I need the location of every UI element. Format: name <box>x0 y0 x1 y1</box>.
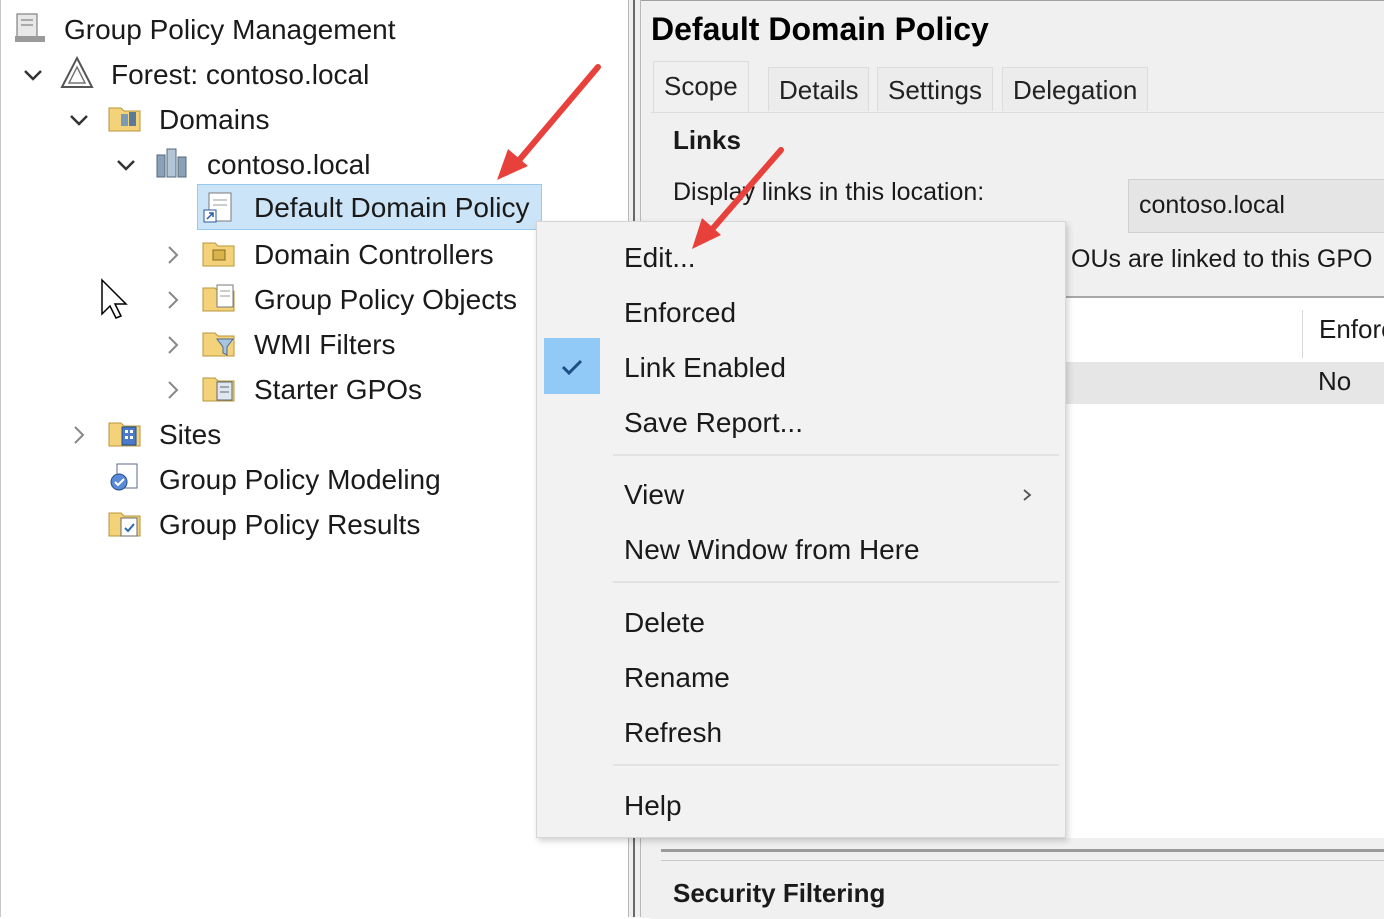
tree-item-group-policy-management[interactable]: Group Policy Management <box>1 10 421 50</box>
menu-item-edit[interactable]: Edit... <box>537 232 1065 284</box>
menu-item-enforced[interactable]: Enforced <box>537 287 1065 339</box>
menu-item-label: New Window from Here <box>624 534 920 565</box>
tree-item-default-domain-policy[interactable]: Default Domain Policy <box>197 188 542 228</box>
menu-item-label: Refresh <box>624 717 723 748</box>
submenu-chevron-icon <box>1023 489 1032 501</box>
menu-item-rename[interactable]: Rename <box>537 652 1065 704</box>
domains-folder-icon <box>108 107 141 132</box>
menu-item-refresh[interactable]: Refresh <box>537 707 1065 759</box>
column-header-enforced[interactable]: Enforced <box>1319 314 1384 345</box>
menu-item-label: Link Enabled <box>624 352 786 383</box>
menu-item-view[interactable]: View <box>537 469 1065 521</box>
chevron-right-icon[interactable] <box>161 333 185 357</box>
tree-label-domain-controllers: Domain Controllers <box>254 239 494 270</box>
tree-label-modeling: Group Policy Modeling <box>159 464 441 495</box>
tree-item-domain-controllers[interactable]: Domain Controllers <box>1 235 521 275</box>
tree-label-root: Group Policy Management <box>64 14 396 45</box>
menu-item-save-report[interactable]: Save Report... <box>537 397 1065 449</box>
results-icon <box>108 512 141 537</box>
menu-item-label: Rename <box>624 662 730 693</box>
forest-icon <box>60 55 94 88</box>
ous-linked-text: OUs are linked to this GPO <box>1071 245 1373 273</box>
ou-folder-icon <box>202 242 235 267</box>
chevron-right-icon[interactable] <box>67 423 91 447</box>
tree-item-group-policy-modeling[interactable]: Group Policy Modeling <box>1 460 461 500</box>
sites-folder-icon <box>108 422 141 447</box>
gpo-folder-icon <box>202 284 235 312</box>
tree-label-results: Group Policy Results <box>159 509 421 540</box>
tree-label-forest: Forest: contoso.local <box>111 59 370 90</box>
security-filtering-heading: Security Filtering <box>673 878 886 908</box>
tree-label-sites: Sites <box>159 419 222 450</box>
console-tree: Group Policy Management Forest: contoso.… <box>0 0 629 917</box>
display-links-label: Display links in this location: <box>673 178 985 206</box>
menu-item-link-enabled[interactable]: Link Enabled <box>537 342 1065 394</box>
enforced-cell: No <box>1318 366 1352 396</box>
modeling-icon <box>110 463 138 491</box>
tree-item-starter-gpos[interactable]: Starter GPOs <box>1 370 521 410</box>
tree-label-starter-gpos: Starter GPOs <box>254 374 423 405</box>
links-heading: Links <box>673 125 741 155</box>
chevron-down-icon[interactable] <box>67 108 91 132</box>
menu-separator <box>613 454 1059 456</box>
menu-item-label: Enforced <box>624 297 737 328</box>
menu-item-delete[interactable]: Delete <box>537 597 1065 649</box>
tree-label-domain: contoso.local <box>207 149 371 180</box>
context-menu: Edit... Enforced Link Enabled Save Repor… <box>536 221 1066 838</box>
menu-item-label: View <box>624 479 685 510</box>
tree-item-group-policy-results[interactable]: Group Policy Results <box>1 505 461 545</box>
menu-item-label: Save Report... <box>624 407 803 438</box>
menu-separator <box>613 764 1059 766</box>
section-divider <box>661 849 1384 861</box>
gpo-title: Default Domain Policy <box>651 11 989 47</box>
tree-label-group-policy-objects: Group Policy Objects <box>254 284 517 315</box>
menu-item-new-window[interactable]: New Window from Here <box>537 524 1065 576</box>
tab-details[interactable]: Details <box>768 67 870 111</box>
gpm-console-icon <box>15 13 45 42</box>
tree-item-wmi-filters[interactable]: WMI Filters <box>1 325 521 365</box>
menu-separator <box>613 581 1059 583</box>
tree-item-forest[interactable]: Forest: contoso.local <box>1 55 421 95</box>
tree-label-wmi-filters: WMI Filters <box>254 329 396 360</box>
location-dropdown[interactable]: contoso.local <box>1128 179 1384 233</box>
chevron-down-icon[interactable] <box>114 153 138 177</box>
tree-item-group-policy-objects[interactable]: Group Policy Objects <box>1 280 521 320</box>
menu-item-label: Help <box>624 790 682 821</box>
menu-item-help[interactable]: Help <box>537 780 1065 832</box>
starter-gpo-folder-icon <box>202 377 235 402</box>
menu-item-label: Delete <box>624 607 705 638</box>
tree-label-default-domain-policy: Default Domain Policy <box>254 192 530 223</box>
chevron-right-icon[interactable] <box>161 378 185 402</box>
tab-delegation[interactable]: Delegation <box>1002 67 1149 111</box>
chevron-down-icon[interactable] <box>21 63 45 87</box>
tab-scope[interactable]: Scope <box>653 61 749 113</box>
chevron-right-icon[interactable] <box>161 288 185 312</box>
tree-item-domains[interactable]: Domains <box>1 100 421 140</box>
chevron-right-icon[interactable] <box>161 243 185 267</box>
domain-icon <box>156 148 187 178</box>
tree-label-domains: Domains <box>159 104 270 135</box>
menu-item-label: Edit... <box>624 242 696 273</box>
column-divider[interactable] <box>1302 310 1303 358</box>
tree-item-sites[interactable]: Sites <box>1 415 421 455</box>
gpo-link-icon <box>203 192 232 223</box>
tree-item-domain-contoso[interactable]: contoso.local <box>1 145 421 185</box>
wmi-filter-folder-icon <box>202 332 235 357</box>
tab-settings[interactable]: Settings <box>877 67 993 111</box>
